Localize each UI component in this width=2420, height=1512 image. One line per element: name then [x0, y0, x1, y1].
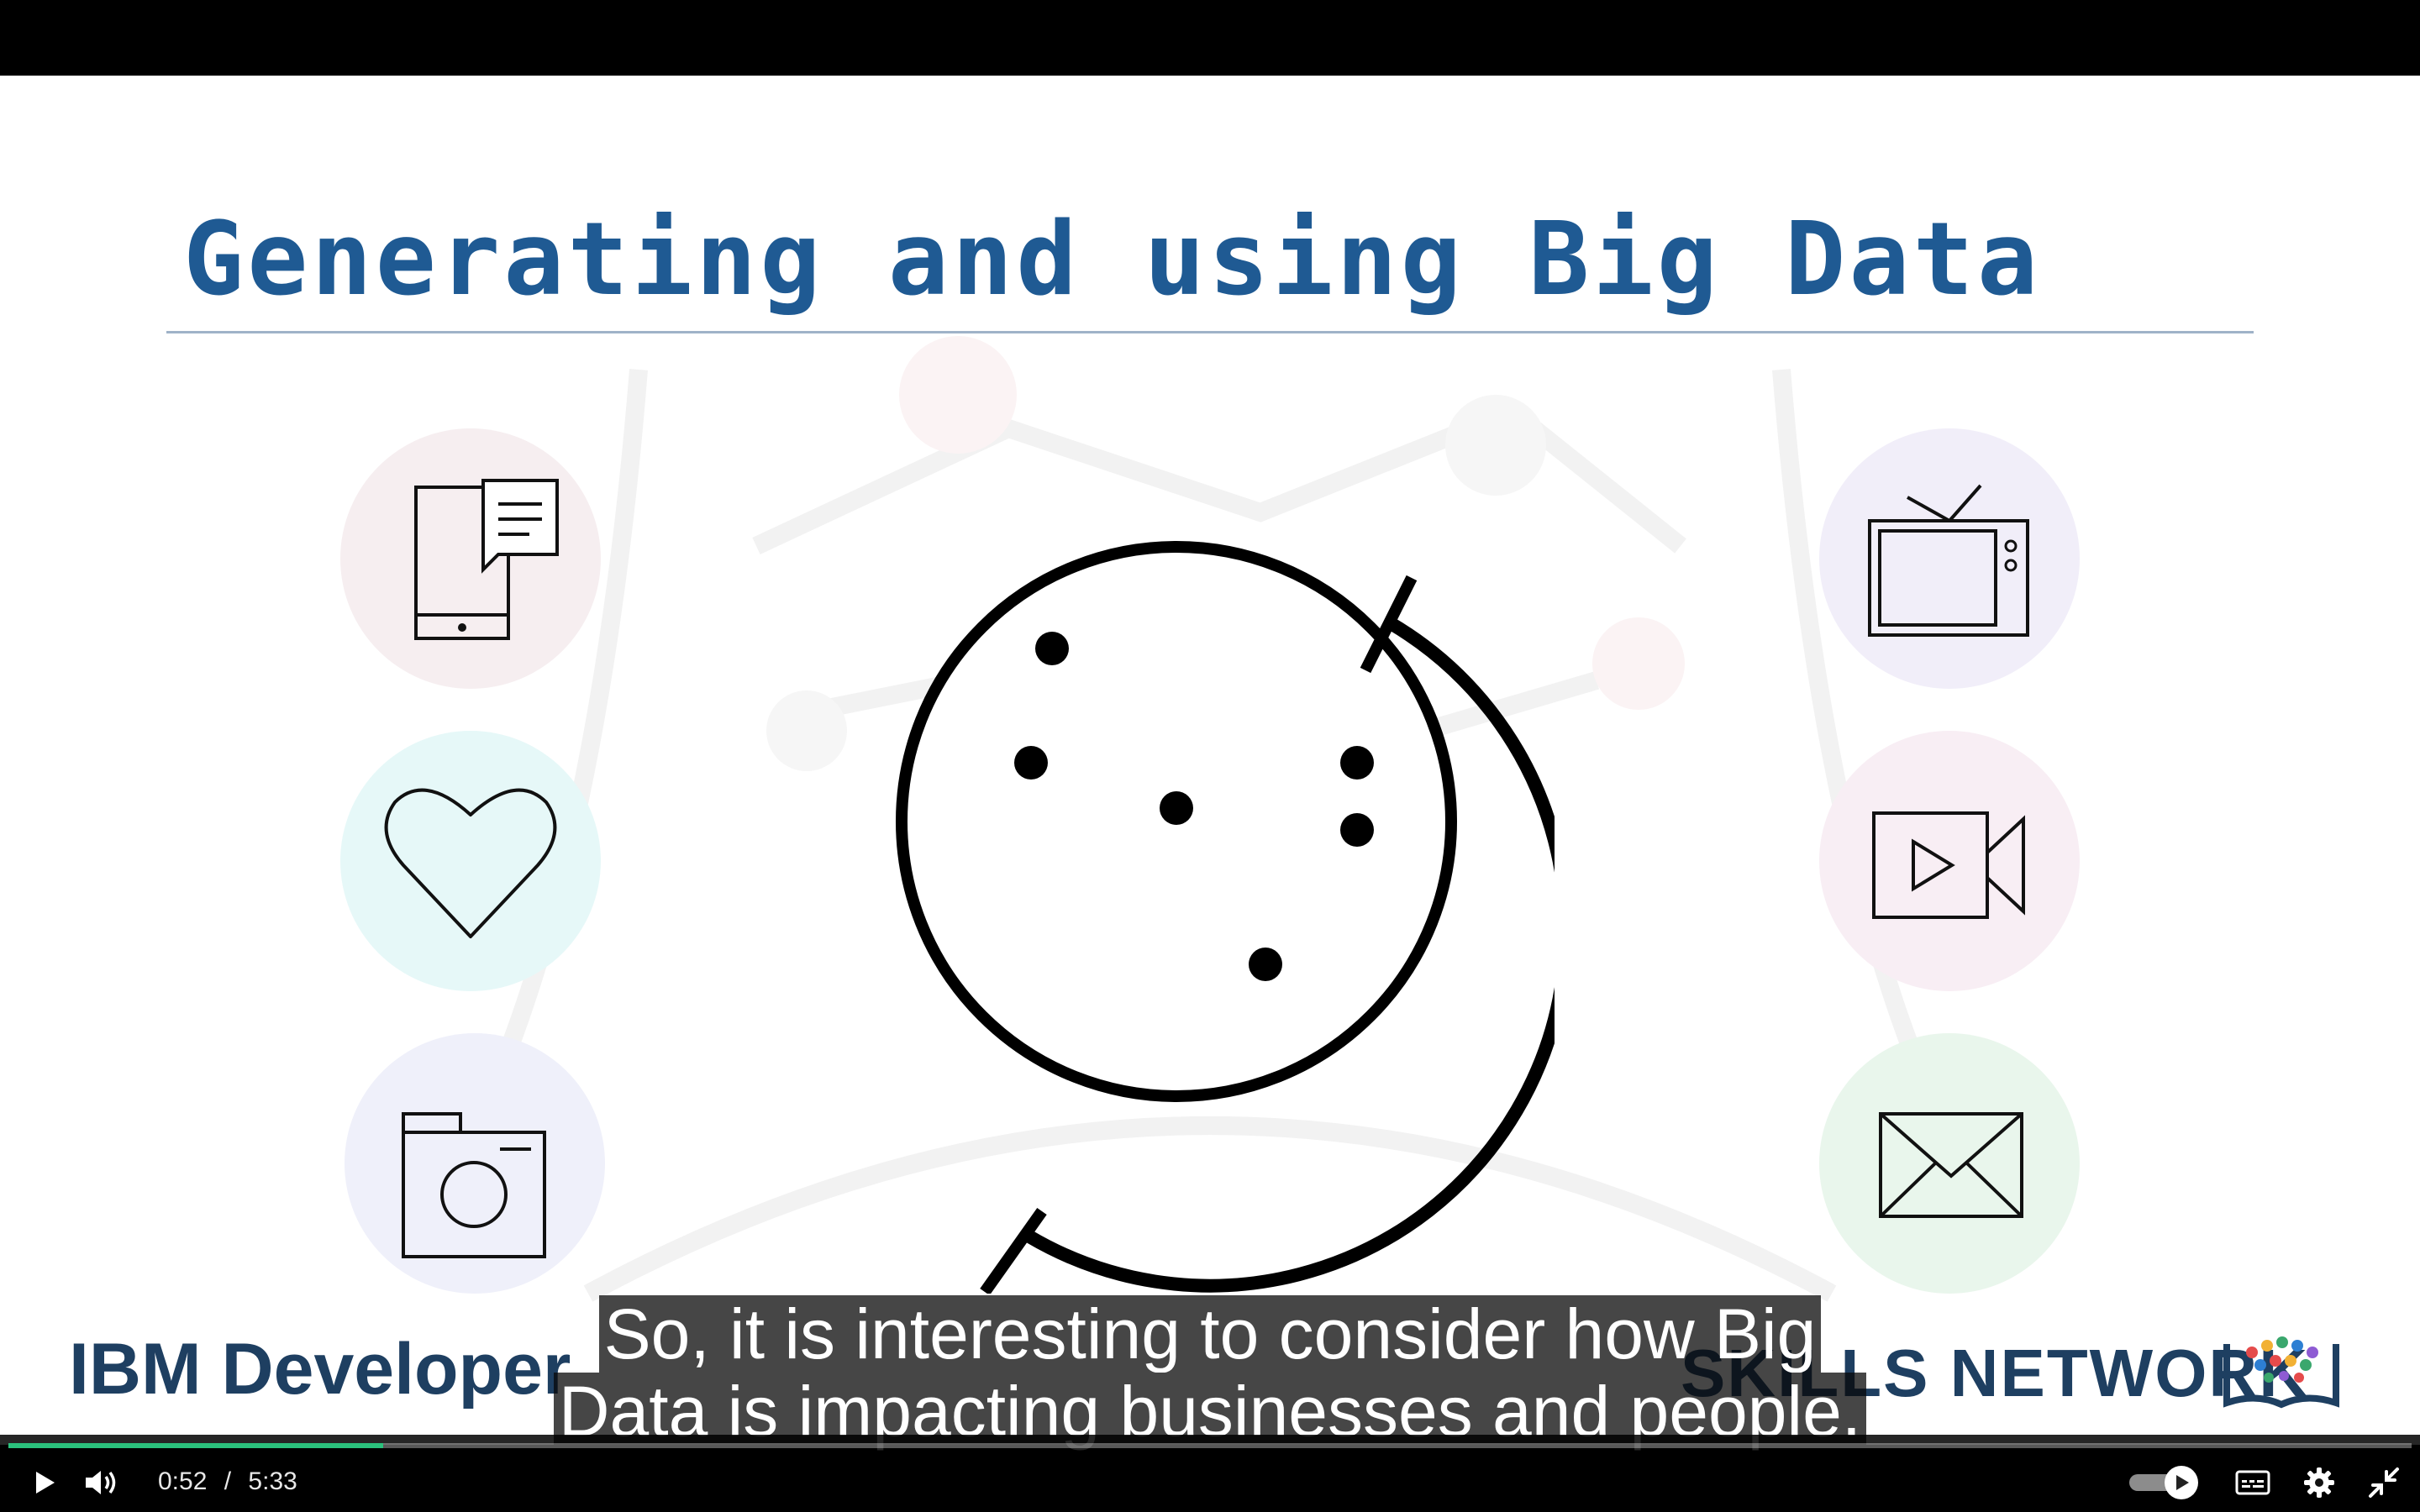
caption-line: So, it is interesting to consider how Bi…: [598, 1295, 1822, 1373]
settings-button[interactable]: [2298, 1462, 2340, 1504]
time-display: 0:52 / 5:33: [158, 1465, 297, 1499]
captions-icon: [2235, 1470, 2270, 1495]
exit-fullscreen-icon: [2369, 1467, 2399, 1498]
globe-icon: [896, 541, 1555, 1294]
camera-icon: [345, 1033, 605, 1294]
time-separator: /: [224, 1467, 232, 1495]
mobile-chat-icon: [340, 428, 601, 689]
captions-overlay: So, it is interesting to consider how Bi…: [0, 1295, 2420, 1450]
progress-bar[interactable]: [8, 1443, 2412, 1448]
progress-fill: [8, 1443, 384, 1448]
settings-icon: [2304, 1467, 2334, 1498]
volume-button[interactable]: [81, 1462, 123, 1504]
play-icon: [36, 1472, 55, 1494]
slide-title: Generating and using Big Data: [183, 202, 2042, 318]
title-divider: [166, 331, 2254, 333]
television-icon: [1819, 428, 2080, 689]
current-time: 0:52: [158, 1467, 208, 1495]
video-camera-icon: [1819, 731, 2080, 991]
play-button[interactable]: [24, 1462, 66, 1504]
duration: 5:33: [248, 1467, 297, 1495]
heart-icon: [340, 731, 601, 991]
exit-fullscreen-button[interactable]: [2363, 1462, 2405, 1504]
autoplay-toggle[interactable]: [2126, 1462, 2202, 1504]
envelope-icon: [1819, 1033, 2080, 1294]
video-player[interactable]: Generating and using Big Data IBM Develo…: [0, 0, 2420, 1512]
captions-button[interactable]: [2231, 1462, 2275, 1504]
video-frame[interactable]: Generating and using Big Data IBM Develo…: [0, 76, 2420, 1445]
volume-icon: [86, 1471, 116, 1494]
